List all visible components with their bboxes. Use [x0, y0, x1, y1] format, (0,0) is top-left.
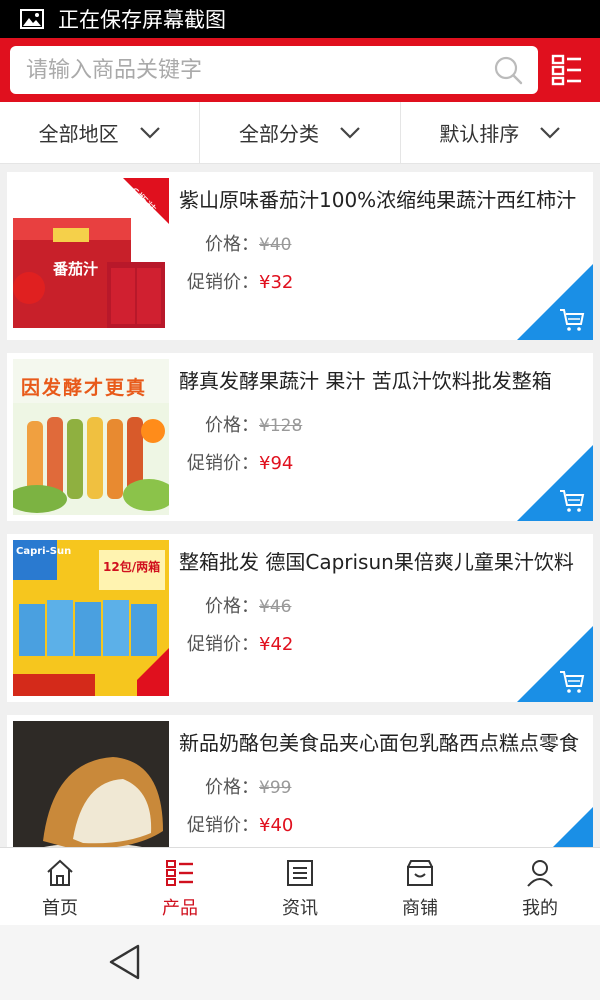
system-nav-bar: [0, 925, 600, 1000]
brand-logo-text: Capri-Sun: [16, 546, 72, 557]
nav-news-label: 资讯: [282, 898, 318, 919]
nav-home[interactable]: 首页: [0, 848, 120, 925]
image-icon: [20, 9, 44, 29]
price-label: 价格：: [205, 777, 259, 798]
cart-icon[interactable]: [559, 308, 585, 332]
chevron-down-icon: [340, 126, 360, 139]
user-icon: [527, 860, 553, 887]
sale-price-label: 促销价：: [187, 815, 259, 836]
sale-price-label: 促销价：: [187, 453, 259, 474]
price-label: 价格：: [205, 234, 259, 255]
chevron-down-icon: [139, 126, 160, 139]
search-box: [10, 46, 538, 94]
status-text: 正在保存屏幕截图: [58, 8, 226, 32]
price-row: 价格： ¥46: [179, 592, 291, 618]
product-title[interactable]: 新品奶酪包美食品夹心面包乳酪西点糕点零食: [179, 727, 589, 756]
filter-category-label: 全部分类: [238, 122, 319, 146]
price-row: 价格： ¥99: [179, 773, 291, 799]
nav-products-label: 产品: [162, 898, 198, 919]
product-card[interactable]: 因发酵才更真 酵真发酵果蔬汁 果汁 苦瓜汁饮料批发整箱 价格： ¥128 促销价…: [7, 353, 593, 521]
product-card[interactable]: 番茄汁 6瓶装 紫山原味番茄汁100%浓缩纯果蔬汁西红柿汁 价格： ¥40 促销…: [7, 172, 593, 340]
thumbnail-caption: 12包/两箱: [103, 560, 161, 574]
filter-bar: 全部地区 全部分类 默认排序: [0, 102, 600, 164]
home-icon: [47, 859, 73, 886]
sale-price-row: 促销价： ¥94: [179, 449, 293, 475]
shop-icon: [407, 860, 433, 886]
sale-price-label: 促销价：: [187, 272, 259, 293]
product-card[interactable]: 新品奶酪包美食品夹心面包乳酪西点糕点零食 价格： ¥99 促销价： ¥40: [7, 715, 593, 847]
filter-region[interactable]: 全部地区: [0, 102, 201, 163]
original-price: ¥99: [259, 778, 292, 798]
filter-region-label: 全部地区: [38, 122, 119, 146]
bottom-nav: 首页 产品 资讯 商铺 我的: [0, 847, 600, 925]
sale-price-row: 促销价： ¥42: [179, 630, 293, 656]
product-thumbnail[interactable]: [13, 721, 169, 847]
cart-icon[interactable]: [559, 670, 585, 694]
nav-profile-label: 我的: [522, 898, 558, 919]
nav-news[interactable]: 资讯: [240, 848, 360, 925]
sale-price-row: 促销价： ¥32: [179, 268, 293, 294]
product-thumbnail[interactable]: 番茄汁 6瓶装: [13, 178, 169, 334]
nav-profile[interactable]: 我的: [480, 848, 600, 925]
product-thumbnail[interactable]: 因发酵才更真: [13, 359, 169, 515]
nav-home-label: 首页: [42, 898, 78, 919]
product-title[interactable]: 紫山原味番茄汁100%浓缩纯果蔬汁西红柿汁: [179, 184, 589, 213]
original-price: ¥40: [259, 235, 292, 255]
list-icon: [166, 860, 193, 886]
sale-price: ¥40: [259, 815, 294, 836]
nav-shop[interactable]: 商铺: [360, 848, 480, 925]
nav-products[interactable]: 产品: [120, 848, 240, 925]
product-title[interactable]: 整箱批发 德国Caprisun果倍爽儿童果汁饮料: [179, 546, 589, 575]
nav-shop-label: 商铺: [402, 898, 438, 919]
price-label: 价格：: [205, 415, 259, 436]
sale-price-row: 促销价： ¥40: [179, 811, 293, 837]
original-price: ¥128: [259, 416, 303, 436]
sale-price-label: 促销价：: [187, 634, 259, 655]
filter-sort[interactable]: 默认排序: [401, 102, 600, 163]
search-icon[interactable]: [492, 54, 524, 86]
sale-price: ¥32: [259, 272, 294, 293]
status-bar: 正在保存屏幕截图: [0, 0, 600, 38]
back-triangle-icon[interactable]: [108, 943, 142, 981]
thumbnail-caption: 因发酵才更真: [21, 377, 148, 399]
product-card[interactable]: Capri-Sun 12包/两箱 整箱批发 德国Caprisun果倍爽儿童果汁饮…: [7, 534, 593, 702]
price-row: 价格： ¥40: [179, 230, 291, 256]
sale-price: ¥94: [259, 453, 294, 474]
search-header: [0, 38, 600, 102]
category-menu-icon[interactable]: [551, 54, 583, 86]
price-label: 价格：: [205, 596, 259, 617]
product-title[interactable]: 酵真发酵果蔬汁 果汁 苦瓜汁饮料批发整箱: [179, 365, 589, 394]
sale-price: ¥42: [259, 634, 294, 655]
thumbnail-caption: 番茄汁: [53, 260, 99, 278]
news-icon: [287, 860, 313, 886]
filter-category[interactable]: 全部分类: [200, 102, 401, 163]
original-price: ¥46: [259, 597, 292, 617]
price-row: 价格： ¥128: [179, 411, 302, 437]
product-thumbnail[interactable]: Capri-Sun 12包/两箱: [13, 540, 169, 696]
chevron-down-icon: [540, 126, 561, 139]
cart-icon[interactable]: [559, 489, 585, 513]
add-to-cart-button[interactable]: [517, 807, 593, 847]
product-list: 番茄汁 6瓶装 紫山原味番茄汁100%浓缩纯果蔬汁西红柿汁 价格： ¥40 促销…: [0, 172, 600, 847]
search-input[interactable]: [10, 46, 492, 94]
filter-sort-label: 默认排序: [439, 122, 520, 146]
